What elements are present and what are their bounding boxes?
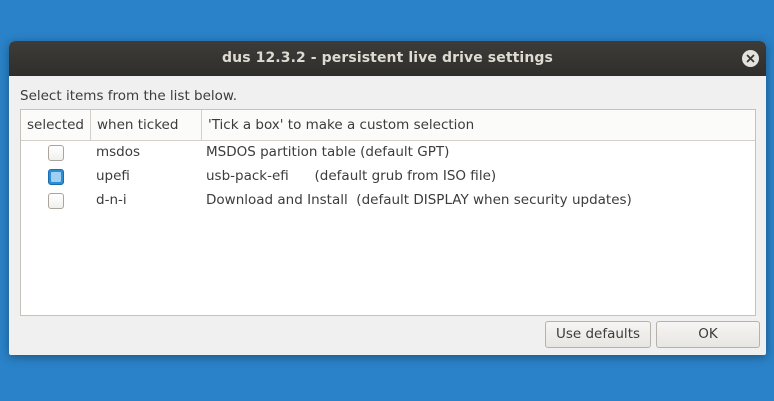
- ok-button[interactable]: OK: [656, 321, 760, 348]
- use-defaults-button[interactable]: Use defaults: [545, 321, 651, 348]
- row-key: upefi: [96, 168, 130, 184]
- row-key: msdos: [96, 144, 141, 160]
- list-header: selected when ticked 'Tick a box' to mak…: [21, 110, 755, 141]
- column-header-description[interactable]: 'Tick a box' to make a custom selection: [202, 110, 755, 140]
- settings-dialog: dus 12.3.2 - persistent live drive setti…: [9, 41, 766, 355]
- row-checkbox[interactable]: [48, 169, 64, 185]
- row-checkbox[interactable]: [48, 145, 64, 161]
- close-button[interactable]: [742, 50, 759, 67]
- close-icon: [746, 54, 755, 63]
- row-description: MSDOS partition table (default GPT): [206, 144, 450, 160]
- row-checkbox[interactable]: [48, 193, 64, 209]
- row-description: Download and Install (default DISPLAY wh…: [206, 192, 632, 208]
- column-header-when-ticked[interactable]: when ticked: [91, 110, 201, 140]
- title-bar[interactable]: dus 12.3.2 - persistent live drive setti…: [9, 41, 766, 76]
- row-description: usb-pack-efi (default grub from ISO file…: [206, 168, 497, 184]
- list-row[interactable]: upefi usb-pack-efi (default grub from IS…: [21, 166, 755, 190]
- column-header-selected[interactable]: selected: [21, 110, 90, 140]
- list-row[interactable]: d-n-i Download and Install (default DISP…: [21, 190, 755, 214]
- window-title: dus 12.3.2 - persistent live drive setti…: [222, 50, 553, 66]
- options-list: selected when ticked 'Tick a box' to mak…: [20, 109, 756, 316]
- instructions-label: Select items from the list below.: [20, 88, 238, 104]
- list-row[interactable]: msdos MSDOS partition table (default GPT…: [21, 142, 755, 166]
- row-key: d-n-i: [96, 192, 127, 208]
